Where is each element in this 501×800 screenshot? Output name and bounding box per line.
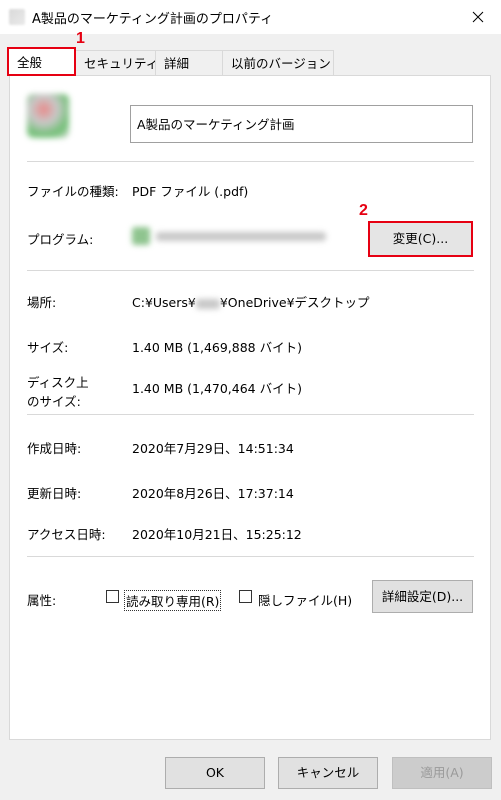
close-icon [472, 11, 484, 23]
annotation-number-2: 2 [359, 202, 368, 219]
created-label: 作成日時: [27, 441, 82, 456]
tab-previous-versions[interactable]: 以前のバージョン [222, 50, 334, 75]
cancel-button[interactable]: キャンセル [278, 757, 378, 789]
modified-value: 2020年8月26日、17:37:14 [132, 486, 294, 501]
apply-button[interactable]: 適用(A) [392, 757, 492, 789]
change-program-button[interactable]: 変更(C)... [368, 221, 473, 257]
size-label: サイズ: [27, 340, 69, 355]
file-icon [9, 9, 25, 25]
location-value: C:¥Users¥ ¥OneDrive¥デスクトップ [132, 292, 370, 311]
close-button[interactable] [455, 0, 501, 34]
title-bar: A製品のマーケティング計画のプロパティ [0, 0, 501, 34]
location-prefix: C:¥Users¥ [132, 295, 196, 310]
size-value: 1.40 MB (1,469,888 バイト) [132, 340, 302, 355]
program-name-redacted [156, 232, 326, 241]
hidden-checkbox[interactable] [239, 590, 252, 603]
file-name-input[interactable]: A製品のマーケティング計画 [130, 105, 473, 143]
separator [27, 414, 474, 415]
file-type-value: PDF ファイル (.pdf) [132, 184, 249, 199]
readonly-checkbox[interactable] [106, 590, 119, 603]
pdf-file-icon [27, 94, 69, 138]
ok-button[interactable]: OK [165, 757, 265, 789]
disk-size-label-line1: ディスク上 [27, 375, 89, 390]
file-type-label: ファイルの種類: [27, 184, 119, 199]
tab-details[interactable]: 詳細 [155, 50, 223, 75]
general-panel: A製品のマーケティング計画 ファイルの種類: PDF ファイル (.pdf) プ… [9, 75, 491, 740]
readonly-label[interactable]: 読み取り専用(R) [124, 590, 222, 611]
tab-security[interactable]: セキュリティ [75, 50, 158, 75]
accessed-value: 2020年10月21日、15:25:12 [132, 527, 302, 542]
username-redacted [195, 298, 220, 309]
advanced-button[interactable]: 詳細設定(D)... [372, 580, 473, 613]
location-suffix: ¥OneDrive¥デスクトップ [219, 295, 370, 310]
separator [27, 556, 474, 557]
program-label: プログラム: [27, 232, 94, 247]
modified-label: 更新日時: [27, 486, 82, 501]
hidden-label[interactable]: 隠しファイル(H) [258, 590, 352, 609]
created-value: 2020年7月29日、14:51:34 [132, 441, 294, 456]
separator [27, 161, 474, 162]
location-label: 場所: [27, 295, 57, 310]
tab-general[interactable]: 全般 [7, 47, 76, 76]
accessed-label: アクセス日時: [27, 527, 106, 542]
annotation-number-1: 1 [76, 30, 85, 47]
disk-size-value: 1.40 MB (1,470,464 バイト) [132, 381, 302, 396]
attributes-label: 属性: [27, 593, 57, 608]
separator [27, 270, 474, 271]
program-icon [132, 227, 150, 245]
window-title: A製品のマーケティング計画のプロパティ [32, 12, 274, 27]
disk-size-label-line2: のサイズ: [27, 394, 81, 409]
